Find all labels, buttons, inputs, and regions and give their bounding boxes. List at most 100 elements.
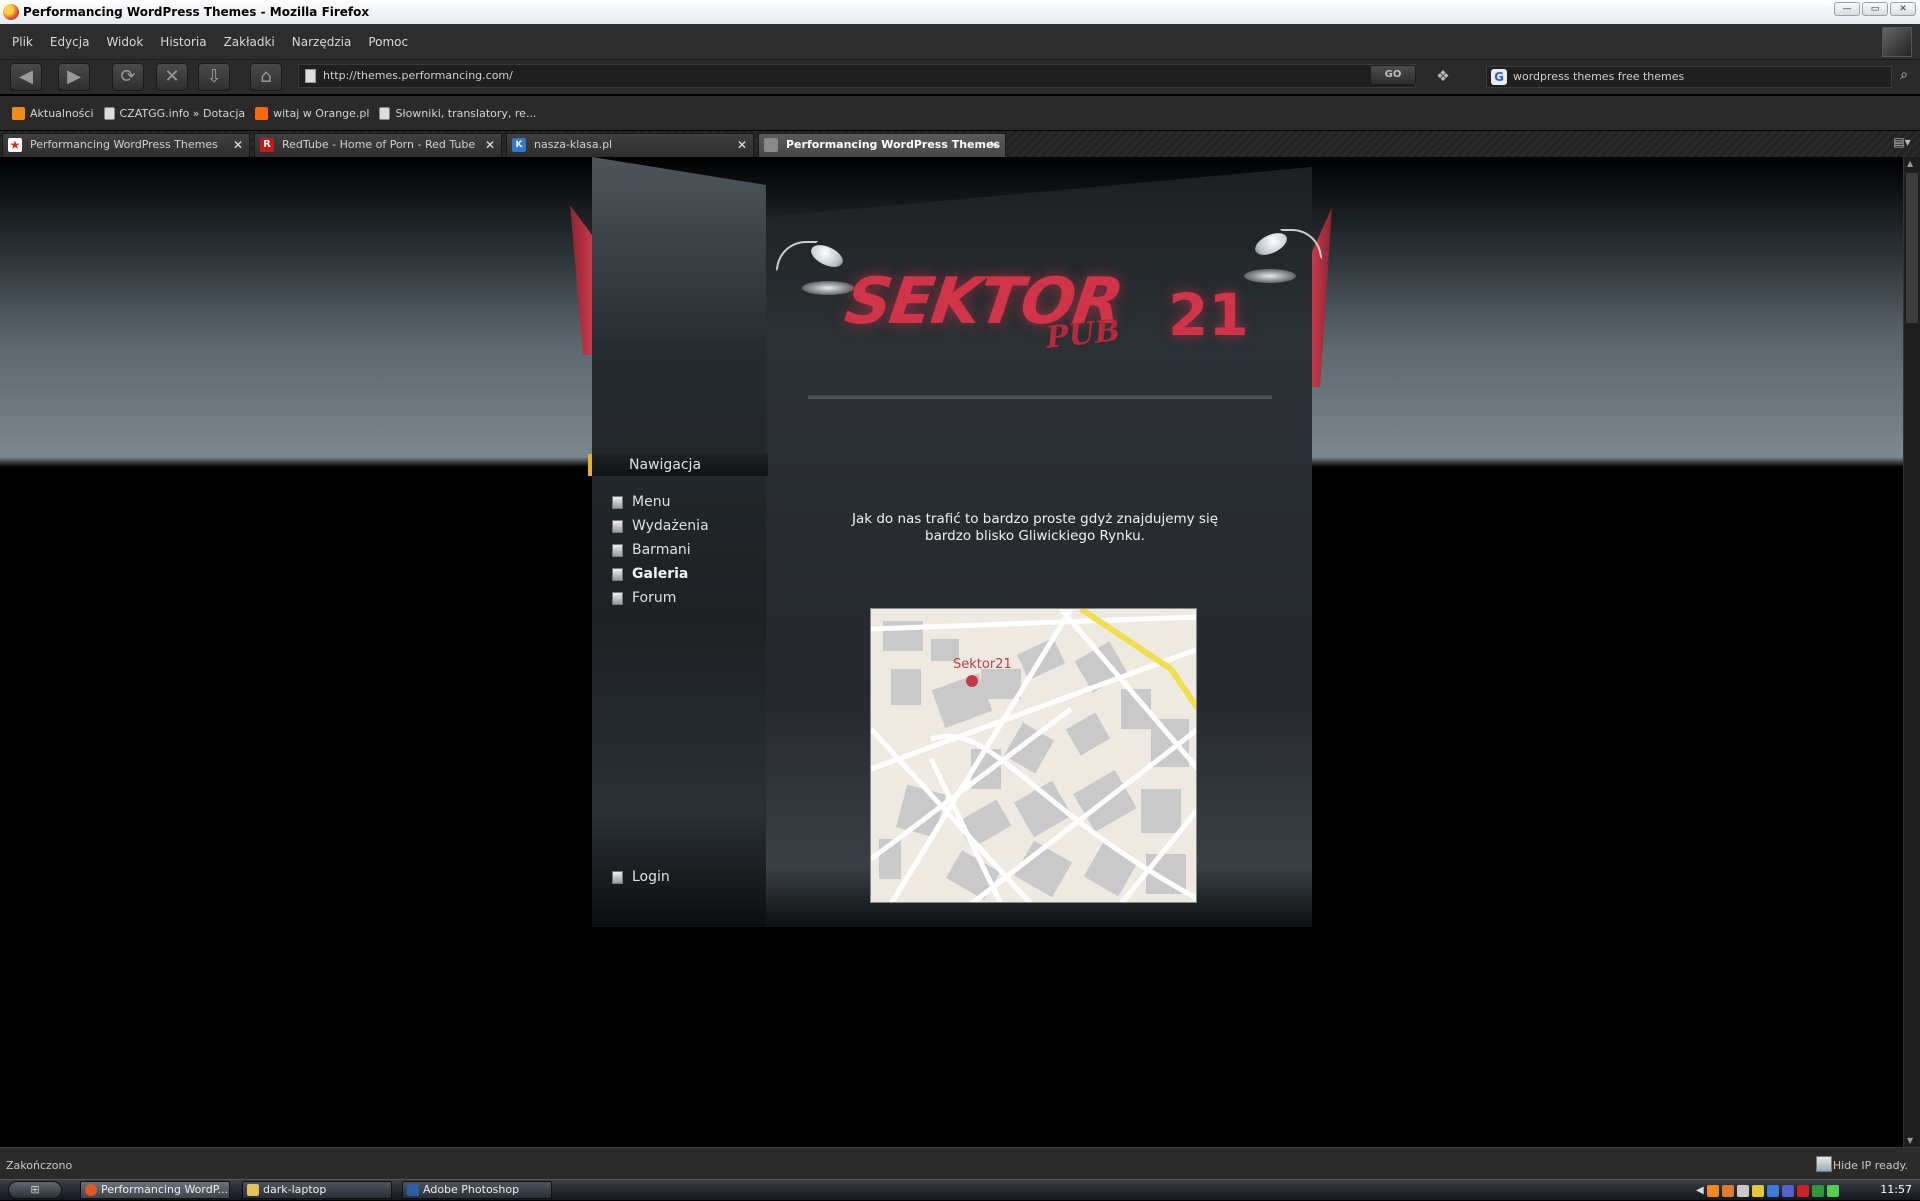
menu-edycja[interactable]: Edycja	[50, 35, 90, 49]
nasza-klasa-icon: K	[512, 138, 526, 152]
bookmark-czatgg[interactable]: CZATGG.info » Dotacja	[103, 106, 246, 120]
menu-widok[interactable]: Widok	[106, 35, 143, 49]
back-button[interactable]: ◀	[10, 63, 42, 91]
search-icon[interactable]: ⌕	[1894, 67, 1914, 87]
nav-item-menu[interactable]: Menu	[612, 492, 670, 512]
location-map[interactable]	[870, 608, 1197, 903]
header-divider	[808, 395, 1272, 399]
shield-icon[interactable]	[1751, 1184, 1764, 1197]
page-icon	[612, 567, 623, 581]
tray-icon[interactable]	[1796, 1184, 1809, 1197]
taskbar-item-firefox[interactable]: Performancing WordP...	[80, 1181, 230, 1199]
url-bar[interactable]: http://themes.performancing.com/ ▼	[298, 64, 1416, 88]
tray-icon[interactable]	[1811, 1184, 1824, 1197]
menu-zakladki[interactable]: Zakładki	[224, 35, 275, 49]
forward-button[interactable]: ▶	[58, 63, 90, 91]
page-icon	[305, 69, 316, 83]
close-icon[interactable]: ✕	[485, 134, 495, 156]
close-icon[interactable]: ✕	[989, 134, 999, 156]
tray-icon[interactable]	[1706, 1184, 1719, 1197]
page-icon	[764, 138, 778, 152]
tray-icon[interactable]	[1781, 1184, 1794, 1197]
vertical-scrollbar[interactable]: ▲ ▼	[1903, 157, 1920, 1147]
tab-bar: ★ Performancing WordPress Themes ✕ R Red…	[0, 131, 1920, 157]
close-window-button[interactable]: ✕	[1890, 2, 1916, 16]
stop-button[interactable]: ✕	[156, 63, 188, 91]
orange-icon	[255, 106, 269, 120]
download-button[interactable]: ⇩	[198, 63, 230, 91]
menu-pomoc[interactable]: Pomoc	[368, 35, 408, 49]
start-button[interactable]: ⊞	[8, 1181, 62, 1199]
web-content: SEKTOR PUB 21 Nawigacja Menu Wydażenia B…	[0, 157, 1903, 1147]
nav-item-wydarzenia[interactable]: Wydażenia	[612, 516, 709, 536]
arrow-right-icon: ▶	[67, 66, 81, 87]
decor-red-edge-left	[570, 205, 592, 355]
status-text: Zakończono	[6, 1159, 73, 1172]
page-icon	[612, 870, 623, 884]
bookmark-label: witaj w Orange.pl	[273, 106, 370, 120]
bookmark-slowniki[interactable]: Słowniki, translatory, re...	[379, 106, 537, 120]
tab-redtube[interactable]: R RedTube - Home of Porn - Red Tube ✕	[254, 133, 502, 157]
menu-bar: Plik Edycja Widok Historia Zakładki Narz…	[0, 24, 1920, 60]
scroll-up-icon[interactable]: ▲	[1907, 159, 1913, 168]
bookmark-label: CZATGG.info » Dotacja	[119, 106, 246, 120]
tray-icon[interactable]	[1766, 1184, 1779, 1197]
google-icon[interactable]: G	[1491, 69, 1507, 85]
bookmark-orange[interactable]: witaj w Orange.pl	[255, 106, 370, 120]
tab-label: Performancing WordPress Themes	[30, 138, 218, 151]
home-button[interactable]: ⌂	[250, 63, 282, 91]
go-button[interactable]: GO	[1370, 65, 1416, 85]
nav-item-galeria[interactable]: Galeria	[612, 564, 688, 584]
scroll-down-icon[interactable]: ▼	[1907, 1136, 1913, 1145]
tab-nasza-klasa[interactable]: K nasza-klasa.pl ✕	[506, 133, 754, 157]
tray-icon[interactable]	[1721, 1184, 1734, 1197]
tab-performancing-active[interactable]: Performancing WordPress Themes ✕	[758, 133, 1006, 157]
map-marker-label: Sektor21	[953, 657, 1012, 672]
os-taskbar: ⊞ Performancing WordP... dark-laptop Ado…	[0, 1179, 1920, 1200]
close-icon[interactable]: ✕	[737, 134, 747, 156]
menu-historia[interactable]: Historia	[160, 35, 206, 49]
rss-icon	[12, 106, 25, 120]
window-controls: — ▭ ✕	[1834, 2, 1916, 16]
photoshop-icon	[407, 1184, 419, 1196]
menu-plik[interactable]: Plik	[12, 35, 33, 49]
firefox-icon	[85, 1184, 97, 1196]
nav-item-barmani[interactable]: Barmani	[612, 540, 691, 560]
search-input[interactable]: G wordpress themes free themes	[1486, 66, 1892, 88]
tray-icon[interactable]	[1736, 1184, 1749, 1197]
nav-item-forum[interactable]: Forum	[612, 588, 676, 608]
bookmark-label: Słowniki, translatory, re...	[395, 106, 537, 120]
user-avatar[interactable]	[1882, 27, 1912, 57]
addon-icon[interactable]: ❖	[1432, 65, 1454, 87]
bookmarks-bar: Aktualności CZATGG.info » Dotacja witaj …	[0, 96, 1920, 130]
download-icon: ⇩	[206, 66, 222, 87]
maximize-button[interactable]: ▭	[1862, 2, 1888, 16]
lamp-left-icon	[776, 240, 854, 295]
page-icon	[612, 591, 623, 605]
taskbar-clock: 11:57	[1880, 1183, 1912, 1196]
hide-ip-icon[interactable]	[1816, 1156, 1832, 1172]
tab-list-button[interactable]: ▤▾	[1890, 135, 1914, 153]
nav-item-login[interactable]: Login	[612, 867, 670, 887]
menu-narzedzia[interactable]: Narzędzia	[292, 35, 352, 49]
taskbar-item-photoshop[interactable]: Adobe Photoshop	[402, 1181, 552, 1199]
minimize-button[interactable]: —	[1834, 2, 1860, 16]
tab-performancing-1[interactable]: ★ Performancing WordPress Themes ✕	[2, 133, 250, 157]
tab-label: nasza-klasa.pl	[534, 138, 613, 151]
site-logo[interactable]: SEKTOR PUB 21	[841, 265, 1249, 356]
chevron-left-icon[interactable]: ◀	[1696, 1185, 1704, 1196]
network-icon[interactable]	[1826, 1184, 1839, 1197]
hide-ip-status: Hide IP ready.	[1832, 1159, 1908, 1172]
redtube-icon: R	[260, 138, 274, 152]
bookmark-aktualnosci[interactable]: Aktualności	[12, 106, 94, 120]
scroll-thumb[interactable]	[1906, 173, 1918, 323]
url-text: http://themes.performancing.com/	[323, 69, 513, 82]
nav-heading: Nawigacja	[588, 454, 768, 476]
window-titlebar: Performancing WordPress Themes - Mozilla…	[0, 0, 1920, 24]
close-icon[interactable]: ✕	[233, 134, 243, 156]
firefox-icon	[3, 4, 19, 20]
reload-button[interactable]: ⟳	[112, 63, 144, 91]
page-icon	[612, 495, 623, 509]
taskbar-item-folder[interactable]: dark-laptop	[242, 1181, 392, 1199]
arrow-left-icon: ◀	[19, 66, 33, 87]
